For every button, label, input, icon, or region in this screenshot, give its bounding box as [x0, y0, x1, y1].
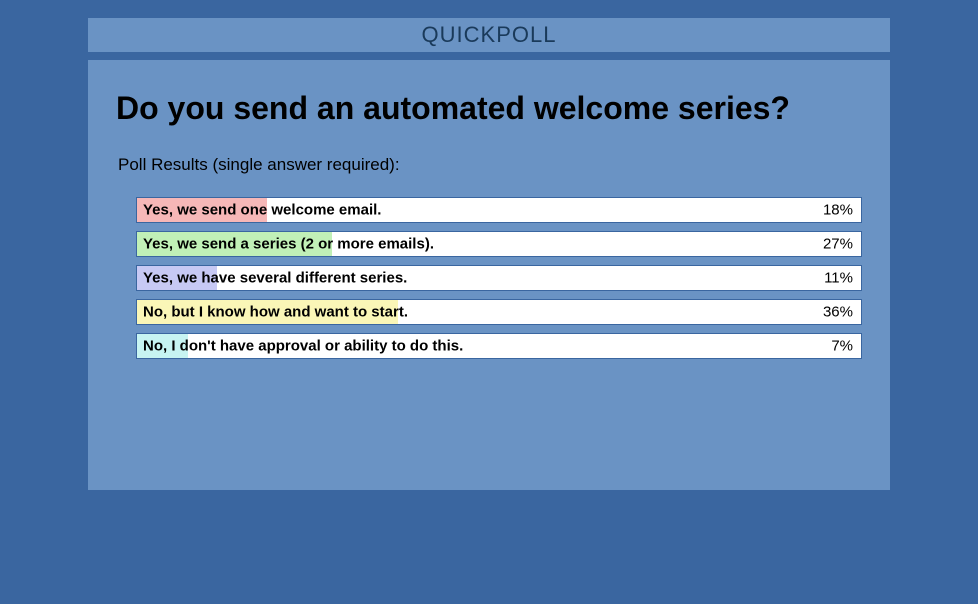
poll-option-row: Yes, we send a series (2 or more emails)… [136, 231, 862, 257]
poll-option-label: Yes, we send a series (2 or more emails)… [143, 236, 434, 253]
header-title: QUICKPOLL [422, 22, 557, 47]
poll-option-pct: 18% [823, 202, 853, 219]
poll-option-row: Yes, we have several different series. 1… [136, 265, 862, 291]
poll-option-label: Yes, we send one welcome email. [143, 202, 381, 219]
poll-question: Do you send an automated welcome series? [116, 90, 862, 127]
poll-option-label: No, I don't have approval or ability to … [143, 338, 463, 355]
poll-panel: Do you send an automated welcome series?… [88, 60, 890, 490]
poll-option-pct: 36% [823, 304, 853, 321]
poll-option-label: No, but I know how and want to start. [143, 304, 408, 321]
poll-bars: Yes, we send one welcome email. 18% Yes,… [136, 197, 862, 359]
poll-option-pct: 11% [824, 270, 853, 287]
poll-subtitle: Poll Results (single answer required): [118, 155, 862, 175]
poll-option-row: No, but I know how and want to start. 36… [136, 299, 862, 325]
poll-option-pct: 27% [823, 236, 853, 253]
header-bar: QUICKPOLL [88, 18, 890, 52]
poll-option-row: No, I don't have approval or ability to … [136, 333, 862, 359]
poll-option-label: Yes, we have several different series. [143, 270, 407, 287]
poll-option-pct: 7% [831, 338, 853, 355]
poll-option-row: Yes, we send one welcome email. 18% [136, 197, 862, 223]
